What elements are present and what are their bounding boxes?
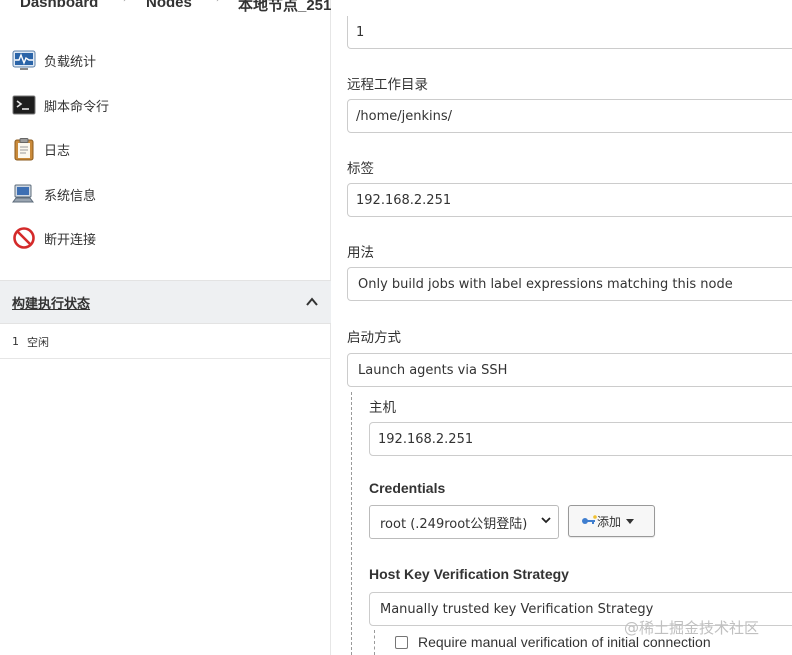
chevron-down-icon [540, 514, 552, 530]
usage-label: 用法 [347, 245, 374, 261]
breadcrumb-dashboard[interactable]: Dashboard [20, 0, 98, 11]
task-label: 脚本命令行 [44, 99, 110, 115]
task-label: 断开连接 [44, 232, 97, 248]
task-label: 负载统计 [44, 54, 97, 70]
caret-down-icon [626, 514, 635, 528]
task-load-statistics[interactable]: 负载统计 [12, 47, 96, 73]
task-system-info[interactable]: 系统信息 [12, 181, 96, 207]
launch-method-label: 启动方式 [347, 330, 401, 346]
key-icon [581, 515, 597, 527]
breadcrumb-separator: › [123, 0, 127, 5]
script-console-icon [12, 93, 36, 117]
remote-dir-label: 远程工作目录 [347, 77, 428, 93]
task-label: 日志 [44, 143, 71, 159]
host-key-strategy-label: Host Key Verification Strategy [369, 566, 569, 582]
credentials-label: Credentials [369, 480, 446, 496]
credentials-select[interactable]: root (.249root公钥登陆) [369, 505, 559, 539]
nested-section-divider [374, 630, 375, 655]
task-script-console[interactable]: 脚本命令行 [12, 92, 109, 118]
usage-select[interactable]: Only build jobs with label expressions m… [347, 267, 792, 301]
task-disconnect[interactable]: 断开连接 [12, 225, 96, 251]
breadcrumb-node-name[interactable]: 本地节点_251 [238, 0, 331, 15]
executor-row: 1 空闲 [0, 325, 331, 359]
log-clipboard-icon [12, 137, 36, 161]
executor-number: 1 [12, 335, 19, 348]
launch-method-select[interactable]: Launch agents via SSH [347, 353, 792, 387]
breadcrumb: Dashboard › Nodes › 本地节点_251 [0, 0, 331, 15]
credentials-value: root (.249root公钥登陆) [380, 516, 528, 532]
nested-section-divider [351, 392, 352, 655]
chevron-up-icon[interactable] [305, 295, 319, 309]
computer-icon [12, 182, 36, 206]
task-label: 系统信息 [44, 188, 97, 204]
host-input[interactable]: 192.168.2.251 [369, 422, 792, 456]
executors-input[interactable]: 1 [347, 16, 792, 49]
task-log[interactable]: 日志 [12, 136, 70, 162]
watermark: @稀土掘金技术社区 [624, 619, 760, 637]
labels-label: 标签 [347, 161, 374, 177]
add-button-label: 添加 [597, 514, 622, 529]
disconnect-icon [12, 226, 36, 250]
host-label: 主机 [369, 400, 396, 416]
executor-status-header: 构建执行状态 [0, 280, 331, 324]
require-manual-verification-checkbox[interactable] [395, 636, 408, 649]
breadcrumb-nodes[interactable]: Nodes [146, 0, 192, 11]
executor-status: 空闲 [27, 335, 49, 349]
sidebar: 负载统计 脚本命令行 日志 系统信息 断开连接 构建执行状态 1 空闲 [0, 0, 331, 655]
remote-dir-input[interactable]: /home/jenkins/ [347, 99, 792, 133]
executor-status-title[interactable]: 构建执行状态 [12, 293, 90, 312]
breadcrumb-separator: › [216, 0, 220, 5]
add-credentials-button[interactable]: 添加 [568, 505, 655, 537]
load-statistics-icon [12, 48, 36, 72]
labels-input[interactable]: 192.168.2.251 [347, 183, 792, 217]
